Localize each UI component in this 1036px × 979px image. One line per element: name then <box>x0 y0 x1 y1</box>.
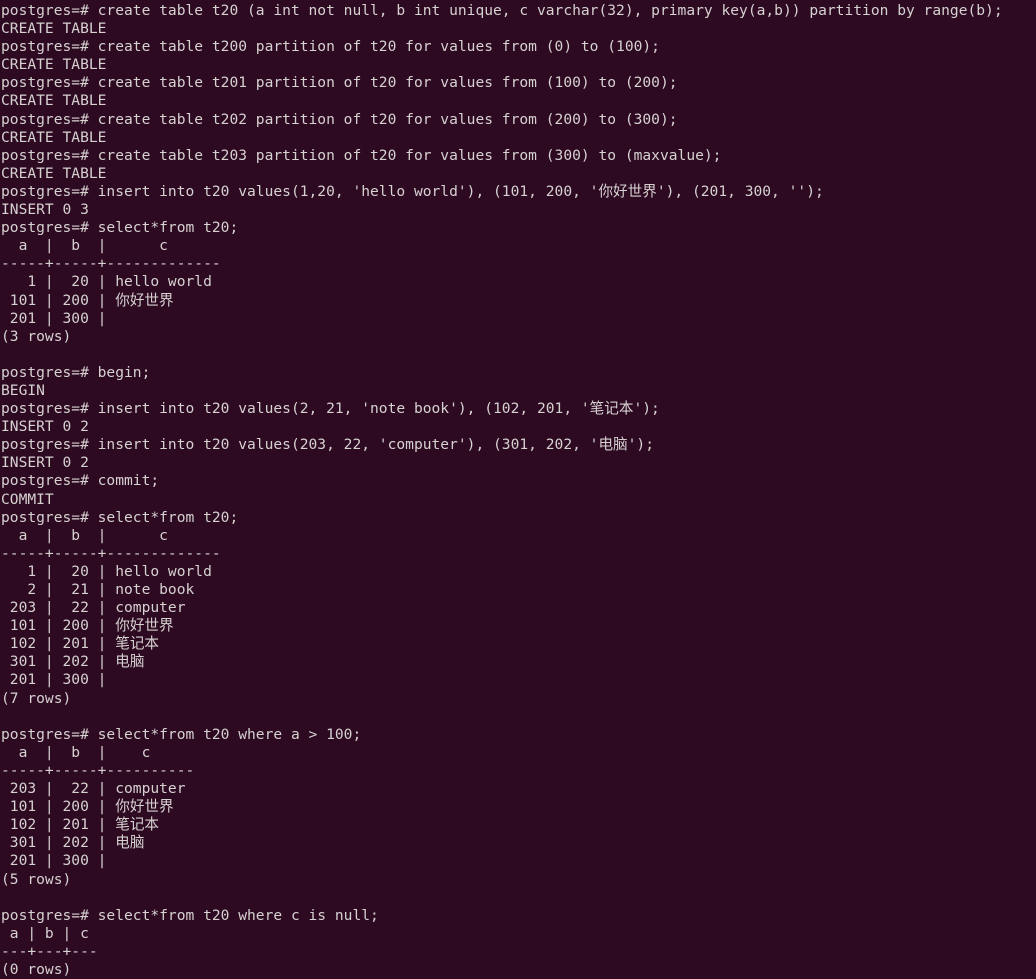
terminal-line: ---+---+--- <box>1 942 98 960</box>
terminal-screen[interactable]: postgres=# create table t20 (a int not n… <box>0 0 1036 978</box>
terminal-line: CREATE TABLE <box>1 56 107 74</box>
terminal-line: -----+-----+---------- <box>1 761 195 779</box>
terminal-line: postgres=# insert into t20 values(1,20, … <box>1 182 824 200</box>
terminal-line: postgres=# create table t20 (a int not n… <box>1 2 1003 19</box>
terminal-line: (7 rows) <box>1 689 72 707</box>
terminal-line: postgres=# insert into t20 values(2, 21,… <box>1 400 660 418</box>
terminal-line: (5 rows) <box>1 870 72 888</box>
terminal-line: postgres=# select*from t20; <box>1 219 239 237</box>
terminal-line: postgres=# create table t200 partition o… <box>1 38 660 56</box>
terminal-line: 101 | 200 | 你好世界 <box>1 798 174 816</box>
terminal-line: (3 rows) <box>1 327 72 345</box>
terminal-line: -----+-----+------------- <box>1 544 221 562</box>
terminal-line: postgres=# commit; <box>1 472 160 490</box>
terminal-line: a | b | c <box>1 924 89 942</box>
terminal-line: BEGIN <box>1 381 45 399</box>
terminal-line: postgres=# insert into t20 values(203, 2… <box>1 436 655 454</box>
terminal-line: 102 | 201 | 笔记本 <box>1 816 160 834</box>
terminal-line: 2 | 21 | note book <box>1 581 195 598</box>
terminal-line: 101 | 200 | 你好世界 <box>1 291 174 309</box>
terminal-line: CREATE TABLE <box>1 164 107 182</box>
terminal-line: postgres=# select*from t20 where c is nu… <box>1 906 379 924</box>
terminal-line: 1 | 20 | hello world <box>1 273 212 291</box>
terminal-line: INSERT 0 2 <box>1 454 89 472</box>
terminal-line: a | b | c <box>1 237 168 255</box>
terminal-line: CREATE TABLE <box>1 128 107 146</box>
terminal-line: postgres=# create table t203 partition o… <box>1 146 722 164</box>
terminal-line: COMMIT <box>1 490 54 508</box>
terminal-line: CREATE TABLE <box>1 20 107 38</box>
terminal-line: (0 rows) <box>1 960 72 978</box>
terminal-line: INSERT 0 2 <box>1 418 89 436</box>
terminal-line: CREATE TABLE <box>1 92 107 110</box>
terminal-line: postgres=# begin; <box>1 363 151 381</box>
terminal-line: 201 | 300 | <box>1 671 107 689</box>
terminal-line: postgres=# create table t201 partition o… <box>1 74 678 92</box>
terminal-line: postgres=# create table t202 partition o… <box>1 110 678 128</box>
terminal-line: -----+-----+------------- <box>1 255 221 273</box>
terminal-line: 203 | 22 | computer <box>1 599 186 617</box>
terminal-line: 203 | 22 | computer <box>1 780 186 798</box>
terminal-line: a | b | c <box>1 743 151 761</box>
terminal-line: 201 | 300 | <box>1 309 107 327</box>
terminal-line: 301 | 202 | 电脑 <box>1 834 145 852</box>
terminal-line: INSERT 0 3 <box>1 201 89 219</box>
terminal-line: 102 | 201 | 笔记本 <box>1 635 160 653</box>
terminal-line: 301 | 202 | 电脑 <box>1 653 145 671</box>
terminal-line: postgres=# select*from t20 where a > 100… <box>1 725 362 743</box>
terminal-line: a | b | c <box>1 526 168 544</box>
terminal-line: postgres=# select*from t20; <box>1 508 239 526</box>
terminal-line: 201 | 300 | <box>1 852 107 870</box>
terminal-line: 1 | 20 | hello world <box>1 562 212 580</box>
terminal-line: 101 | 200 | 你好世界 <box>1 617 174 635</box>
